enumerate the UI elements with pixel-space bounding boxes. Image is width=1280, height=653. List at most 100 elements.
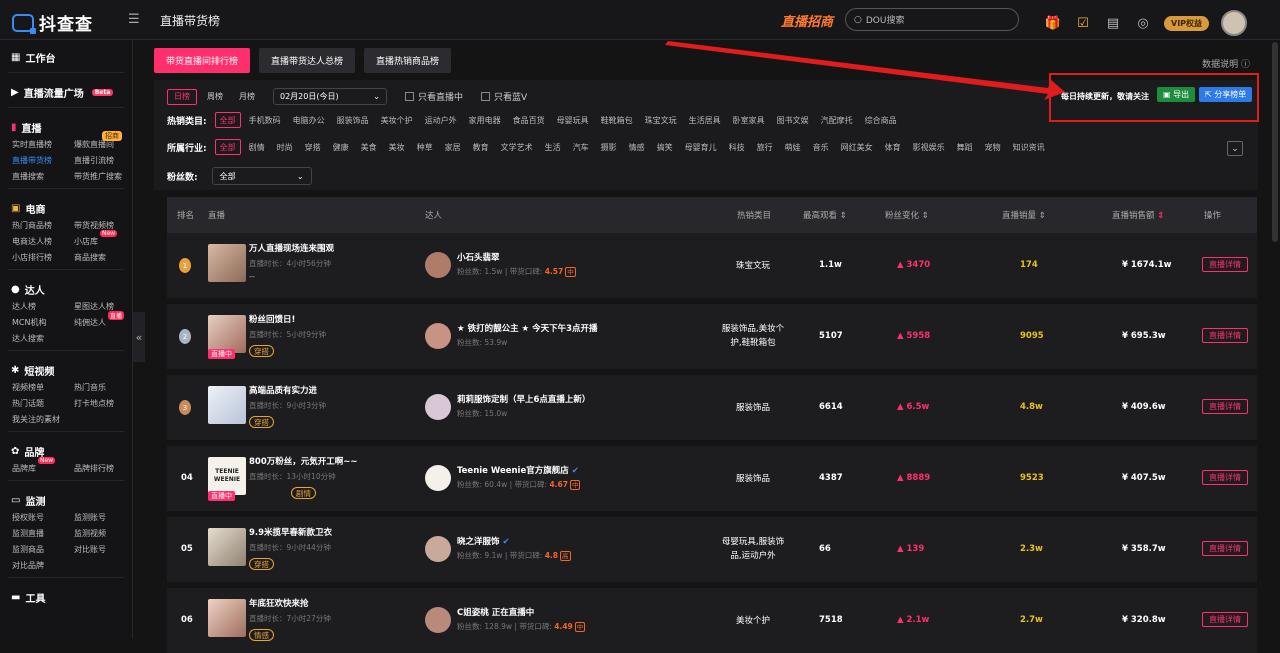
export-button[interactable]: ▣ 导出	[1157, 87, 1196, 102]
live-title[interactable]: 万人直播现场连来围观	[249, 242, 334, 254]
industry-item[interactable]: 家居	[441, 139, 465, 155]
fans-select[interactable]: 全部 ⌄	[211, 167, 312, 185]
creator-name[interactable]: C姐姿桃 正在直播中	[457, 606, 534, 618]
hot-cat-item[interactable]: 生活居具	[685, 112, 725, 128]
promo-link[interactable]: 直播招商	[781, 11, 833, 30]
sidebar-item[interactable]: 直播搜索	[12, 171, 74, 182]
task-icon[interactable]: ☑	[1074, 14, 1092, 32]
industry-item[interactable]: 舞蹈	[953, 139, 977, 155]
creator-name[interactable]: 小石头翡翠	[457, 251, 500, 263]
hot-cat-item[interactable]: 服装饰品	[333, 112, 373, 128]
sidebar-item[interactable]: 直播引流榜	[74, 155, 132, 166]
live-title[interactable]: 高端品质有实力进	[249, 384, 317, 396]
industry-item[interactable]: 影视娱乐	[909, 139, 949, 155]
hot-cat-item[interactable]: 家用电器	[465, 112, 505, 128]
hot-cat-item[interactable]: 汽配摩托	[817, 112, 857, 128]
table-row[interactable]: 2 直播中 粉丝回馈日! 直播时长：5小时9分钟 穿搭 ★ 铁打的靓公主 ★ 今…	[167, 304, 1257, 369]
scrollbar[interactable]	[1272, 42, 1278, 242]
industry-item[interactable]: 全部	[214, 139, 241, 155]
industry-item[interactable]: 音乐	[809, 139, 833, 155]
sidebar-item[interactable]: 热门话题	[12, 398, 74, 409]
tab-live-room-ranking[interactable]: 带货直播间排行榜	[154, 48, 251, 73]
industry-item[interactable]: 网红美女	[837, 139, 877, 155]
logo[interactable]: 抖查查	[12, 10, 93, 35]
sidebar-item[interactable]: 视频榜单	[12, 382, 74, 393]
hot-cat-item[interactable]: 美妆个护	[377, 112, 417, 128]
industry-item[interactable]: 宠物	[981, 139, 1005, 155]
hot-cat-item[interactable]: 电脑办公	[289, 112, 329, 128]
live-detail-button[interactable]: 直播详情	[1202, 399, 1248, 414]
table-row[interactable]: 05 9.9米揽早春新款卫衣 直播时长：9小时44分钟 穿搭 晓之洋服饰 ✔ 粉…	[167, 517, 1257, 582]
industry-item[interactable]: 健康	[329, 139, 353, 155]
industry-item[interactable]: 情感	[625, 139, 649, 155]
hot-cat-item[interactable]: 图书文娱	[773, 112, 813, 128]
table-row[interactable]: 06 年底狂欢快来抢 直播时长：7小时27分钟 情感 C姐姿桃 正在直播中 粉丝…	[167, 588, 1257, 653]
table-row[interactable]: 3 高端品质有实力进 直播时长：9小时3分钟 穿搭 莉莉服饰定制（早上6点直播上…	[167, 375, 1257, 440]
live-detail-button[interactable]: 直播详情	[1202, 257, 1248, 272]
gift-icon[interactable]: 🎁	[1044, 14, 1062, 32]
industry-item[interactable]: 文学艺术	[497, 139, 537, 155]
menu-toggle-icon[interactable]: ☰	[128, 12, 140, 27]
sidebar-item-active[interactable]: 直播带货榜	[12, 155, 74, 166]
sidebar-item[interactable]: 打卡地点榜	[74, 398, 132, 409]
industry-item[interactable]: 旅行	[753, 139, 777, 155]
industry-item[interactable]: 种草	[413, 139, 437, 155]
industry-item[interactable]: 美妆	[385, 139, 409, 155]
tab-creator-ranking[interactable]: 直播带货达人总榜	[259, 48, 356, 73]
sidebar-item[interactable]: 带货推广搜索	[74, 171, 132, 182]
sidebar-item[interactable]: MCN机构	[12, 317, 74, 328]
tab-hot-products[interactable]: 直播热销商品榜	[364, 48, 452, 73]
live-title[interactable]: 9.9米揽早春新款卫衣	[249, 526, 332, 538]
creator-avatar[interactable]	[425, 394, 451, 420]
hot-cat-item[interactable]: 鞋靴箱包	[597, 112, 637, 128]
live-title[interactable]: 粉丝回馈日!	[249, 313, 295, 325]
sidebar-item[interactable]: 小店排行榜	[12, 252, 74, 263]
creator-name[interactable]: 晓之洋服饰 ✔	[457, 535, 510, 547]
date-select[interactable]: 02月20日(今日) ⌄	[273, 88, 387, 105]
live-cover[interactable]	[208, 599, 246, 637]
industry-item[interactable]: 摄影	[597, 139, 621, 155]
industry-item[interactable]: 生活	[541, 139, 565, 155]
creator-avatar[interactable]	[425, 607, 451, 633]
only-blue-checkbox[interactable]: 只看蓝V	[481, 90, 527, 103]
industry-item[interactable]: 美食	[357, 139, 381, 155]
sidebar-item[interactable]: 品牌排行榜	[74, 463, 132, 474]
headset-icon[interactable]: ◎	[1134, 14, 1152, 32]
search-input[interactable]: ○ DOU搜索	[845, 8, 1019, 31]
hot-cat-item[interactable]: 全部	[214, 112, 241, 128]
header-amount[interactable]: 直播销售额 ⇕	[1112, 209, 1164, 221]
sidebar-tools[interactable]: ▬ 工具	[0, 588, 132, 606]
sidebar-item[interactable]: 监测账号	[74, 512, 132, 523]
creator-avatar[interactable]	[425, 323, 451, 349]
vip-badge[interactable]: VIP权益	[1164, 15, 1210, 31]
industry-item[interactable]: 母婴育儿	[681, 139, 721, 155]
creator-avatar[interactable]	[425, 465, 451, 491]
sidebar-item[interactable]: 小店库 New	[74, 230, 132, 247]
sidebar-item[interactable]: 授权账号	[12, 512, 74, 523]
sidebar-item[interactable]: 监测商品	[12, 544, 74, 555]
sidebar-workspace[interactable]: ▦ 工作台	[0, 48, 132, 66]
sidebar-live-square[interactable]: ▶ 直播流量广场 Beta	[0, 83, 132, 101]
creator-name[interactable]: 莉莉服饰定制（早上6点直播上新）	[457, 393, 590, 405]
document-icon[interactable]: ▤	[1104, 14, 1122, 32]
live-detail-button[interactable]: 直播详情	[1202, 612, 1248, 627]
sidebar-item[interactable]: 热门音乐	[74, 382, 132, 393]
hot-cat-item[interactable]: 运动户外	[421, 112, 461, 128]
sidebar-item[interactable]: 监测视频	[74, 528, 132, 539]
sidebar-item[interactable]: 品牌库 New	[12, 457, 74, 474]
sidebar-item[interactable]: 对比账号	[74, 544, 132, 555]
industry-item[interactable]: 知识资讯	[1009, 139, 1049, 155]
collapse-sidebar-button[interactable]: «	[133, 312, 145, 362]
live-cover[interactable]	[208, 315, 246, 353]
live-cover[interactable]: TEENIE WEENIE	[208, 457, 246, 495]
data-explain-link[interactable]: 数据说明 ⓘ	[1202, 57, 1250, 70]
period-week[interactable]: 周榜	[201, 89, 229, 105]
industry-item[interactable]: 科技	[725, 139, 749, 155]
hot-cat-item[interactable]: 母婴玩具	[553, 112, 593, 128]
sidebar-item[interactable]: 热门商品榜	[12, 220, 74, 231]
industry-item[interactable]: 汽车	[569, 139, 593, 155]
hot-cat-item[interactable]: 手机数码	[245, 112, 285, 128]
live-detail-button[interactable]: 直播详情	[1202, 541, 1248, 556]
live-cover[interactable]	[208, 244, 246, 282]
industry-item[interactable]: 体育	[881, 139, 905, 155]
